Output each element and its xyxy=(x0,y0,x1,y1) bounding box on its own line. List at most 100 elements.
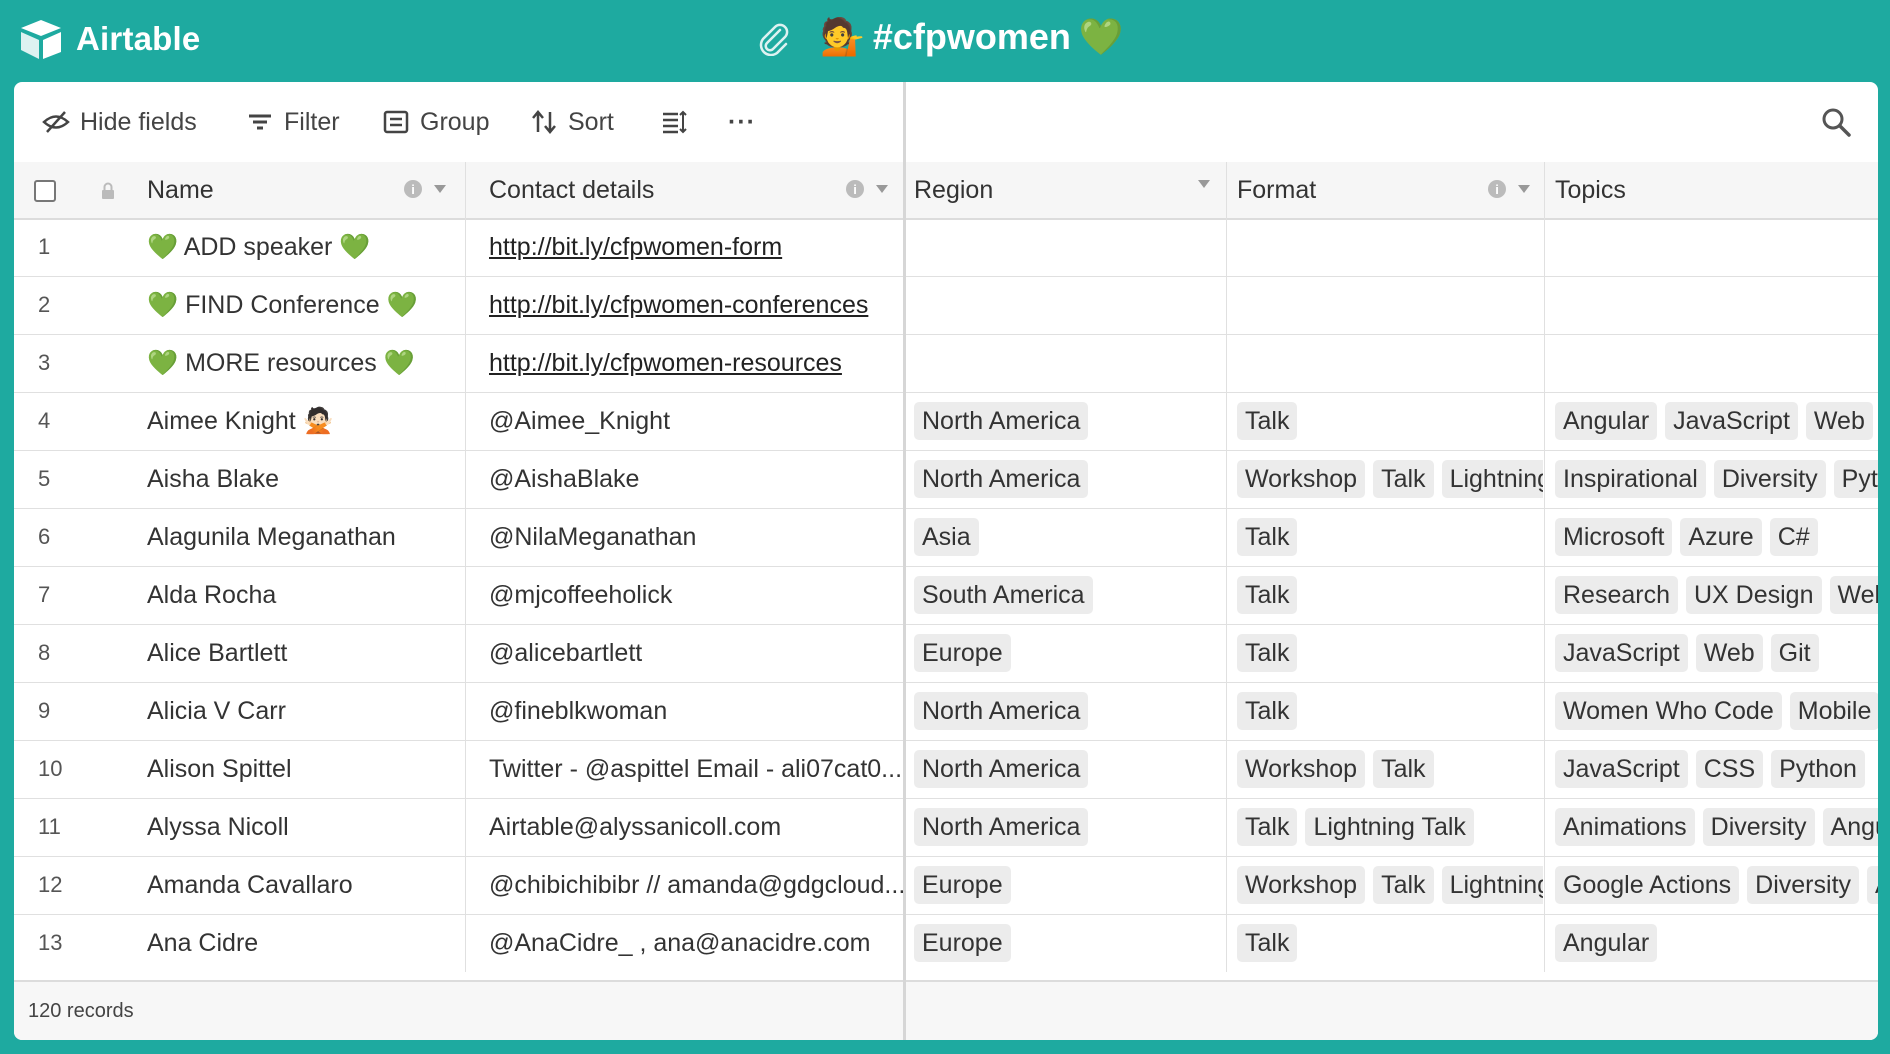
contact-cell[interactable]: @fineblkwoman xyxy=(477,682,907,740)
region-cell[interactable]: Europe xyxy=(906,914,1226,972)
table-row[interactable]: 9 Alicia V Carr @fineblkwoman North America… xyxy=(14,682,1878,741)
topics-cell[interactable]: JavaScript CSS Python xyxy=(1547,740,1878,798)
frozen-column-divider[interactable] xyxy=(903,82,906,1040)
format-cell[interactable]: Talk Lightning Talk xyxy=(1229,798,1543,856)
contact-cell[interactable]: @mjcoffeeholick xyxy=(477,566,907,624)
name-cell[interactable]: Alison Spittel xyxy=(145,740,465,798)
name-cell[interactable]: Alyssa Nicoll xyxy=(145,798,465,856)
format-cell[interactable]: Talk xyxy=(1229,392,1543,450)
topics-cell[interactable]: AnimationsDiversityAngu xyxy=(1547,798,1878,856)
attachment-icon[interactable] xyxy=(756,22,790,56)
contact-cell-text[interactable]: http://bit.ly/cfpwomen-resources xyxy=(489,349,842,378)
name-cell[interactable]: Ana Cidre xyxy=(145,914,465,972)
name-cell[interactable]: Alice Bartlett xyxy=(145,624,465,682)
format-cell[interactable]: Workshop Talk xyxy=(1229,740,1543,798)
row-number[interactable]: 8 xyxy=(38,624,118,682)
info-icon[interactable]: i xyxy=(846,180,864,198)
hide-fields-button[interactable]: Hide fields xyxy=(42,104,197,140)
base-title[interactable]: 💁 #cfpwomen 💚 xyxy=(820,16,1124,58)
chevron-down-icon[interactable] xyxy=(1518,185,1530,193)
table-row[interactable]: 6 Alagunila Meganathan @NilaMeganathan Asia… xyxy=(14,508,1878,567)
contact-cell[interactable]: Airtable@alyssanicoll.com xyxy=(477,798,907,856)
table-row[interactable]: 1 💚 ADD speaker 💚 http://bit.ly/cfpwomen-f… xyxy=(14,218,1878,277)
row-number[interactable]: 5 xyxy=(38,450,118,508)
topics-cell[interactable]: InspirationalDiversityPyth xyxy=(1547,450,1878,508)
chevron-down-icon[interactable] xyxy=(434,185,446,193)
row-number[interactable]: 13 xyxy=(38,914,118,972)
row-number[interactable]: 1 xyxy=(38,218,118,276)
chevron-down-icon[interactable] xyxy=(1198,180,1210,188)
table-row[interactable]: 8 Alice Bartlett @alicebartlett Europe Talk J… xyxy=(14,624,1878,683)
region-cell[interactable] xyxy=(906,276,1226,334)
table-row[interactable]: 4 Aimee Knight 🙅🏻 @Aimee_Knight North Ameri… xyxy=(14,392,1878,451)
column-header-region[interactable]: Region xyxy=(906,162,1226,218)
table-row[interactable]: 13 Ana Cidre @AnaCidre_ , ana@anacidre.com… xyxy=(14,914,1878,972)
airtable-logo[interactable]: Airtable xyxy=(18,18,200,60)
format-cell[interactable]: Talk xyxy=(1229,682,1543,740)
region-cell[interactable]: North America xyxy=(906,392,1226,450)
contact-cell[interactable]: @AnaCidre_ , ana@anacidre.com xyxy=(477,914,907,972)
name-cell[interactable]: Alda Rocha xyxy=(145,566,465,624)
topics-cell[interactable]: Angular xyxy=(1547,914,1878,972)
filter-button[interactable]: Filter xyxy=(246,104,340,140)
region-cell[interactable] xyxy=(906,218,1226,276)
search-icon[interactable] xyxy=(1820,106,1852,138)
table-row[interactable]: 5 Aisha Blake @AishaBlake North America Work… xyxy=(14,450,1878,509)
format-cell[interactable] xyxy=(1229,218,1543,276)
row-number[interactable]: 6 xyxy=(38,508,118,566)
topics-cell[interactable]: JavaScript Web Git xyxy=(1547,624,1878,682)
contact-cell-text[interactable]: http://bit.ly/cfpwomen-form xyxy=(489,233,782,262)
topics-cell[interactable]: AngularJavaScriptWebC xyxy=(1547,392,1878,450)
name-cell[interactable]: Aimee Knight 🙅🏻 xyxy=(145,392,465,450)
name-cell[interactable]: Aisha Blake xyxy=(145,450,465,508)
row-number[interactable]: 12 xyxy=(38,856,118,914)
region-cell[interactable]: North America xyxy=(906,450,1226,508)
contact-cell[interactable]: @AishaBlake xyxy=(477,450,907,508)
info-icon[interactable]: i xyxy=(1488,180,1506,198)
row-number[interactable]: 11 xyxy=(38,798,118,856)
format-cell[interactable]: Talk xyxy=(1229,624,1543,682)
table-row[interactable]: 7 Alda Rocha @mjcoffeeholick South America T… xyxy=(14,566,1878,625)
topics-cell[interactable] xyxy=(1547,334,1878,392)
select-all-checkbox[interactable] xyxy=(34,180,56,202)
row-number[interactable]: 3 xyxy=(38,334,118,392)
topics-cell[interactable]: Women Who Code Mobile xyxy=(1547,682,1878,740)
region-cell[interactable]: Europe xyxy=(906,856,1226,914)
format-cell[interactable]: Workshop Talk Lightning xyxy=(1229,450,1543,508)
name-cell[interactable]: 💚 FIND Conference 💚 xyxy=(145,276,465,334)
row-number[interactable]: 7 xyxy=(38,566,118,624)
region-cell[interactable]: North America xyxy=(906,682,1226,740)
row-number[interactable]: 4 xyxy=(38,392,118,450)
row-number[interactable]: 9 xyxy=(38,682,118,740)
more-options-button[interactable]: ··· xyxy=(728,104,756,140)
format-cell[interactable]: Talk xyxy=(1229,566,1543,624)
contact-cell[interactable]: Twitter - @aspittel Email - ali07cat0... xyxy=(477,740,907,798)
row-number[interactable]: 10 xyxy=(38,740,118,798)
topics-cell[interactable]: ResearchUX DesignWeb xyxy=(1547,566,1878,624)
table-row[interactable]: 2 💚 FIND Conference 💚 http://bit.ly/cfpwom… xyxy=(14,276,1878,335)
table-row[interactable]: 11 Alyssa Nicoll Airtable@alyssanicoll.com… xyxy=(14,798,1878,857)
contact-cell[interactable]: @chibichibibr // amanda@gdgcloud.... xyxy=(477,856,907,914)
column-header-topics[interactable]: Topics xyxy=(1547,162,1878,218)
name-cell[interactable]: Amanda Cavallaro xyxy=(145,856,465,914)
format-cell[interactable]: Workshop Talk Lightning xyxy=(1229,856,1543,914)
contact-cell-text[interactable]: http://bit.ly/cfpwomen-conferences xyxy=(489,291,868,320)
chevron-down-icon[interactable] xyxy=(876,185,888,193)
region-cell[interactable]: Asia xyxy=(906,508,1226,566)
group-button[interactable]: Group xyxy=(382,104,489,140)
region-cell[interactable]: North America xyxy=(906,798,1226,856)
table-row[interactable]: 10 Alison Spittel Twitter - @aspittel Emai… xyxy=(14,740,1878,799)
table-row[interactable]: 12 Amanda Cavallaro @chibichibibr // amand… xyxy=(14,856,1878,915)
contact-cell[interactable]: http://bit.ly/cfpwomen-form xyxy=(477,218,907,276)
sort-button[interactable]: Sort xyxy=(530,104,614,140)
format-cell[interactable]: Talk xyxy=(1229,914,1543,972)
table-row[interactable]: 3 💚 MORE resources 💚 http://bit.ly/cfpwome… xyxy=(14,334,1878,393)
topics-cell[interactable]: Microsoft Azure C# xyxy=(1547,508,1878,566)
column-header-contact[interactable]: Contact details xyxy=(477,162,907,218)
format-cell[interactable] xyxy=(1229,276,1543,334)
format-cell[interactable] xyxy=(1229,334,1543,392)
contact-cell[interactable]: http://bit.ly/cfpwomen-conferences xyxy=(477,276,907,334)
topics-cell[interactable]: Google ActionsDiversityA xyxy=(1547,856,1878,914)
contact-cell[interactable]: @NilaMeganathan xyxy=(477,508,907,566)
name-cell[interactable]: 💚 ADD speaker 💚 xyxy=(145,218,465,276)
